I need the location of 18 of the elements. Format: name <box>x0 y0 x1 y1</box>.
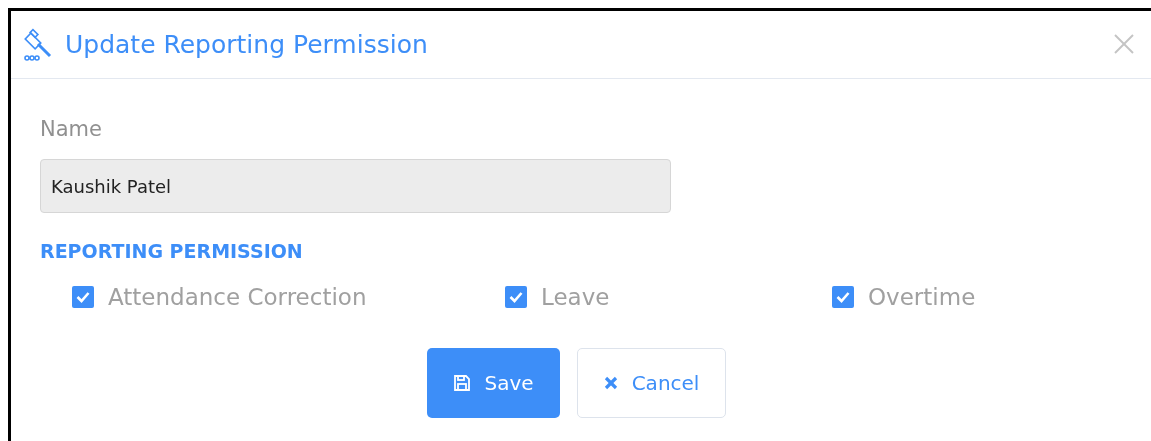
name-field[interactable]: Kaushik Patel <box>40 159 671 213</box>
cancel-button[interactable]: Cancel <box>576 348 727 418</box>
checkbox[interactable] <box>832 286 854 308</box>
save-button[interactable]: Save <box>426 348 560 418</box>
checkbox-label: Overtime <box>868 284 976 310</box>
check-icon <box>509 291 523 303</box>
close-icon <box>1113 32 1135 55</box>
check-icon <box>76 291 90 303</box>
checkbox-label: Leave <box>541 284 610 310</box>
check-icon <box>836 291 850 303</box>
gavel-icon <box>23 27 53 62</box>
checkbox-label: Attendance Correction <box>108 284 367 310</box>
name-label: Name <box>40 117 103 141</box>
checkbox[interactable] <box>505 286 527 308</box>
close-icon <box>603 376 618 390</box>
section-heading: REPORTING PERMISSION <box>40 240 304 262</box>
dialog-title: Update Reporting Permission <box>65 30 429 59</box>
checkbox[interactable] <box>72 286 94 308</box>
